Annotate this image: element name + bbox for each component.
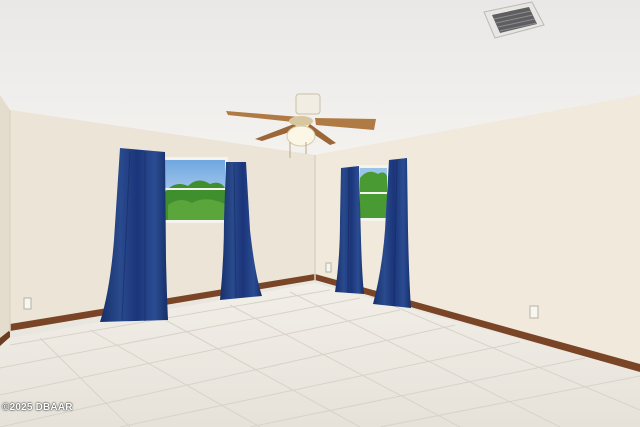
wall-outlet-back: [325, 262, 332, 273]
wall-outlet-right: [529, 305, 539, 319]
right-window: [357, 165, 389, 221]
wall-outlet-left: [23, 297, 32, 310]
room-illustration: [0, 0, 640, 427]
copyright-watermark: ©2025 DBAAR: [2, 402, 73, 413]
left-side-wall: [0, 95, 10, 345]
room-photo: ©2025 DBAAR: [0, 0, 640, 427]
left-window: [162, 157, 228, 223]
